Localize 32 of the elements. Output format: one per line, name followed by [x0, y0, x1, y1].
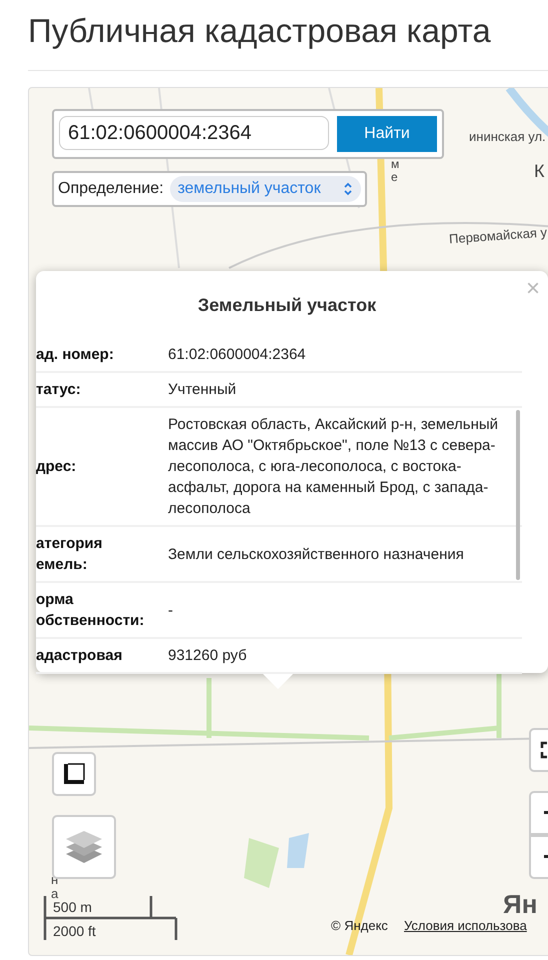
field-label: татус: [36, 380, 82, 400]
terms-link[interactable]: Условия использова [404, 918, 527, 933]
field-value: 931260 руб [168, 646, 248, 666]
copyright-text: © Яндекс [331, 918, 388, 933]
field-value: 61:02:0600004:2364 [168, 345, 307, 365]
definition-label: Определение: [58, 180, 164, 198]
ruler-button[interactable] [52, 752, 96, 796]
ruler-icon [62, 762, 86, 786]
scale-imperial: 2000 ft [53, 923, 96, 939]
field-label: адастровая [36, 646, 124, 666]
field-label: ад. номер: [36, 345, 115, 365]
map-label: ининская ул. [469, 129, 546, 144]
object-type-select[interactable]: земельный участок [170, 176, 361, 202]
map-logo: Ян [503, 889, 538, 920]
map-label: Первомайская у [448, 224, 548, 246]
field-label: орма обственности: [36, 590, 146, 631]
field-value: Ростовская область, Аксайский р-н, земельный массив АО "Октябрьское", поле №13 с севера-лесополоса, с юга-лесополоса, с востока-асфальт, дорога на каменный Брод, с запада-лесополоса [168, 415, 500, 519]
page-title: Публичная кадастровая карта [27, 11, 492, 51]
map-label: К [534, 161, 544, 182]
field-label: атегория емель: [36, 534, 104, 575]
popup-title: Земельный участок [196, 295, 378, 316]
scale-metric: 500 m [53, 899, 92, 915]
field-label: дрес: [36, 457, 78, 477]
chevron-icon [342, 182, 353, 196]
cadastral-number-field[interactable]: 61:02:0600004:2364 [59, 116, 329, 150]
layers-button[interactable] [52, 815, 116, 879]
field-value: Земли сельскохозяйственного назначения [168, 544, 465, 564]
layers-icon [64, 828, 104, 866]
map-label: ме [391, 158, 400, 184]
find-button[interactable]: Найти [337, 116, 437, 152]
field-value: - [168, 600, 174, 620]
field-value: Учтенный [168, 380, 238, 400]
